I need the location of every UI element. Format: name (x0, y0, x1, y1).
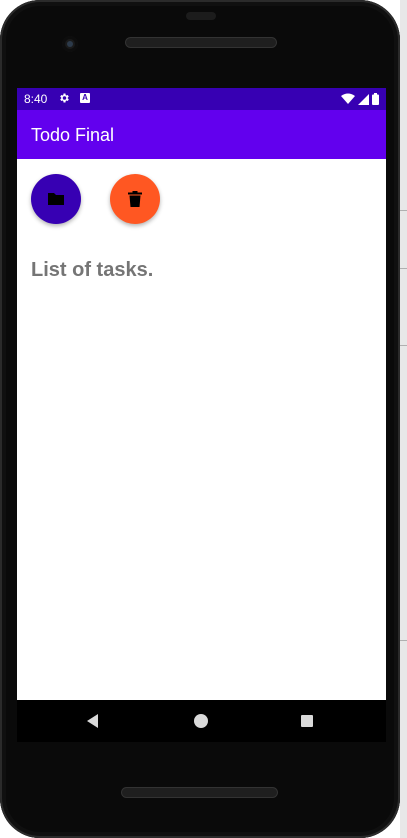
gear-icon (60, 93, 69, 103)
app-title: Todo Final (31, 125, 115, 145)
screen: 8:40 A Todo Final List of tasks. (17, 88, 386, 740)
trash-icon (128, 191, 142, 207)
folder-icon (48, 193, 64, 205)
phone-frame: 8:40 A Todo Final List of tasks. (0, 0, 400, 838)
tasks-label: List of tasks. (31, 259, 154, 281)
back-icon[interactable] (85, 713, 101, 729)
app-bar: Todo Final (17, 110, 386, 159)
home-icon[interactable] (193, 713, 209, 729)
sensor (186, 12, 216, 20)
front-camera (62, 36, 78, 52)
delete-button[interactable] (110, 174, 160, 224)
recents-icon[interactable] (299, 713, 315, 729)
signal-icon (358, 93, 369, 105)
background-window-edge (400, 0, 407, 838)
navigation-bar (17, 700, 386, 742)
bottom-speaker (122, 788, 277, 797)
battery-icon (372, 93, 379, 105)
font-icon: A (80, 93, 90, 103)
status-bar: 8:40 A (17, 88, 386, 110)
save-button[interactable] (31, 174, 81, 224)
status-right-icons (341, 92, 379, 106)
wifi-icon (341, 93, 355, 104)
earpiece-speaker (126, 38, 276, 47)
status-time: 8:40 (24, 92, 48, 106)
